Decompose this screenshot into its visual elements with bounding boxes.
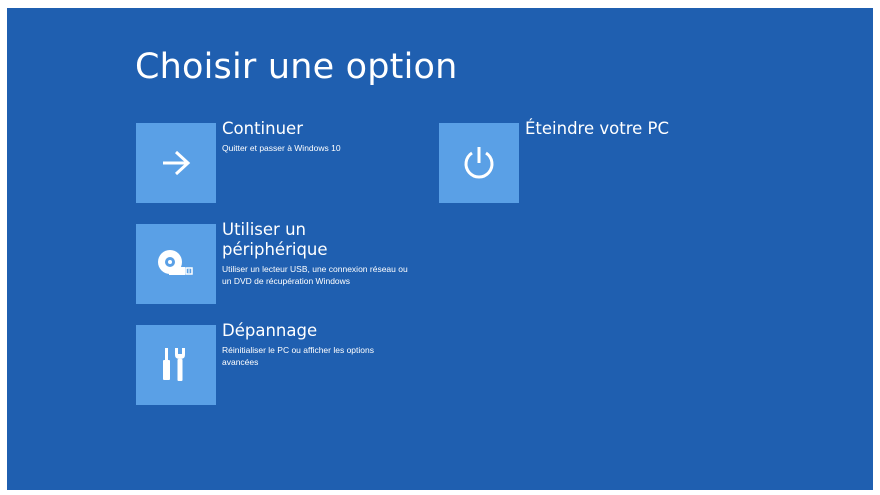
troubleshoot-tile[interactable] [136,325,216,405]
tools-icon [163,348,185,381]
use-device-title: Utiliser un périphérique [222,220,328,259]
use-device-text: Utiliser un périphérique Utiliser un lec… [222,220,412,287]
shutdown-title: Éteindre votre PC [525,119,669,138]
continue-text: Continuer Quitter et passer à Windows 10 [222,119,412,154]
troubleshoot-option[interactable]: Dépannage Réinitialiser le PC ou affiche… [136,321,412,405]
disc-usb-icon [158,250,193,275]
troubleshoot-text: Dépannage Réinitialiser le PC ou affiche… [222,321,412,368]
continue-title: Continuer [222,119,303,138]
use-device-description: Utiliser un lecteur USB, une connexion r… [222,264,408,286]
continue-description: Quitter et passer à Windows 10 [222,143,341,153]
use-device-option[interactable]: Utiliser un périphérique Utiliser un lec… [136,220,412,304]
continue-option[interactable]: Continuer Quitter et passer à Windows 10 [136,119,412,203]
recovery-screen: Choisir une option Continuer Quitter et … [7,8,873,490]
arrow-right-icon [163,150,191,176]
page-title: Choisir une option [135,47,458,87]
troubleshoot-description: Réinitialiser le PC ou afficher les opti… [222,345,374,367]
troubleshoot-title: Dépannage [222,321,318,340]
continue-tile[interactable] [136,123,216,203]
power-icon [464,147,494,179]
shutdown-option[interactable]: Éteindre votre PC [439,119,669,203]
shutdown-text: Éteindre votre PC [525,119,669,139]
use-device-tile[interactable] [136,224,216,304]
shutdown-tile[interactable] [439,123,519,203]
